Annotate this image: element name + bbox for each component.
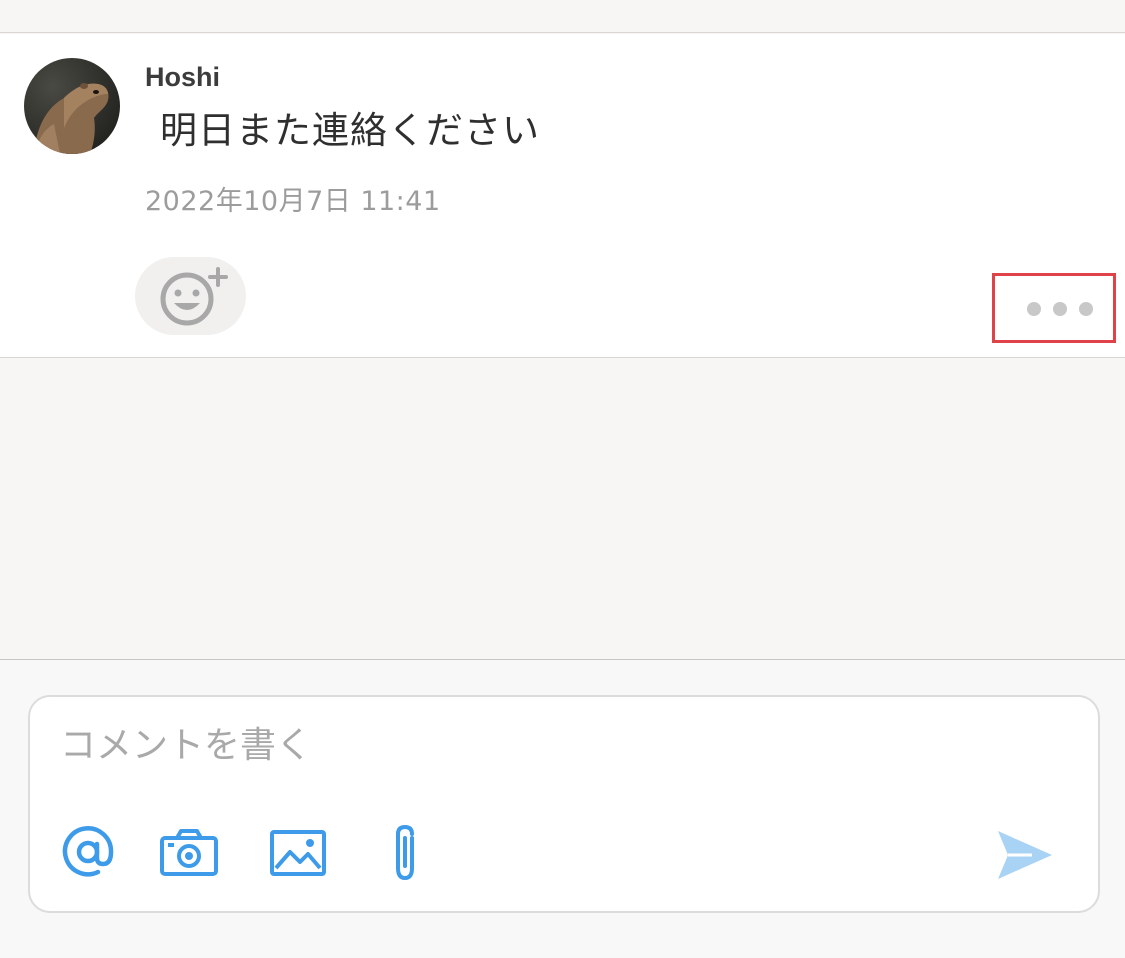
author-avatar[interactable] — [24, 58, 120, 154]
comment-text: 明日また連絡ください — [160, 109, 540, 152]
send-icon[interactable] — [994, 827, 1054, 883]
image-icon[interactable] — [270, 830, 326, 876]
at-sign-icon[interactable] — [60, 824, 116, 880]
comment-timestamp: 2022年10月7日 11:41 — [145, 186, 441, 217]
more-options-icon — [1027, 302, 1093, 316]
comment-card: Hoshi 明日また連絡ください 2022年10月7日 11:41 — [0, 34, 1125, 358]
add-reaction-button[interactable] — [135, 257, 246, 335]
paperclip-icon[interactable] — [387, 822, 423, 884]
add-emoji-icon — [160, 267, 228, 326]
top-strip — [0, 0, 1125, 33]
camera-icon[interactable] — [159, 827, 219, 877]
author-name: Hoshi — [145, 62, 221, 92]
comment-composer — [0, 660, 1125, 958]
comment-input[interactable] — [60, 715, 1060, 775]
composer-box — [28, 695, 1100, 913]
more-options-button[interactable] — [992, 273, 1116, 343]
